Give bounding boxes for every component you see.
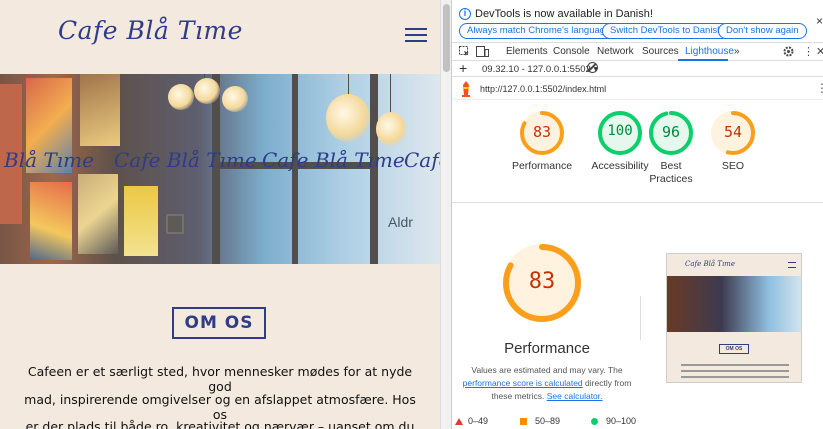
lighthouse-toolbar: + 09.32.10 - 127.0.0.1:5502 ▾ (452, 60, 823, 77)
fail-triangle-icon (455, 418, 463, 425)
thumbnail-hero (667, 276, 801, 332)
gauge-seo[interactable]: 54 SEO (708, 110, 758, 173)
switch-to-danish-button[interactable]: Switch DevTools to Danish (602, 23, 731, 39)
match-language-button[interactable]: Always match Chrome's language (459, 23, 619, 39)
gauge-score: 96 (661, 123, 681, 141)
hero-window-text: Aldr (388, 214, 413, 230)
site-logo[interactable]: Cafe Blå Tıme (58, 16, 243, 45)
performance-score-link[interactable]: performance score is calculated (463, 378, 583, 388)
pass-circle-icon (591, 418, 598, 425)
report-menu-icon[interactable]: ⋮ (816, 81, 823, 95)
website-viewport: Cafe Blå Tıme Blå Tıme Cafe Blå Tıme Caf… (0, 0, 440, 429)
info-icon: i (459, 8, 471, 20)
kebab-menu-icon[interactable]: ⋮ (803, 45, 814, 58)
tab-elements[interactable]: Elements (506, 46, 548, 57)
lighthouse-logo-icon (462, 81, 470, 97)
site-header: Cafe Blå Tıme (0, 0, 440, 74)
gauge-best-practices[interactable]: 96 Best Practices (643, 110, 699, 186)
main-gauge-label: Performance (504, 340, 590, 357)
dont-show-again-button[interactable]: Don't show again (718, 23, 807, 39)
see-calculator-link[interactable]: See calculator. (547, 391, 603, 401)
device-toolbar-icon[interactable] (476, 46, 489, 57)
more-tabs-icon[interactable]: » (734, 46, 740, 57)
devtools-panel: i DevTools is now available in Danish! ×… (451, 0, 823, 429)
close-icon[interactable]: × (816, 14, 823, 28)
gauge-performance[interactable]: 83 Performance (500, 110, 584, 173)
hero-image: Blå Tıme Cafe Blå Tıme Cafe Blå Tıme Caf… (0, 74, 440, 264)
legend-fail: 0–49 (468, 416, 489, 426)
about-paragraph-line: mad, inspirerende omgivelser og en afsla… (24, 392, 416, 422)
gauge-label: SEO (721, 160, 745, 172)
hero-watermark: Cafe Blå Tıme (262, 148, 405, 172)
language-infobar: i DevTools is now available in Danish! ×… (452, 0, 823, 42)
average-square-icon (520, 418, 527, 425)
about-button[interactable]: OM OS (172, 307, 266, 339)
tab-network[interactable]: Network (597, 46, 634, 57)
tab-lighthouse[interactable]: Lighthouse (685, 46, 734, 57)
close-devtools-icon[interactable]: ✕ (816, 45, 823, 58)
legend-average: 50–89 (535, 416, 561, 426)
devtools-tabbar: Elements Console Network Sources Lightho… (452, 42, 823, 61)
thumbnail-button: OM OS (719, 344, 749, 354)
hero-watermark: Blå Tıme (4, 148, 94, 172)
page-screenshot-thumbnail[interactable]: Cafe Blå Tıme OM OS (666, 253, 802, 383)
disclaimer-text: Values are estimated and may vary. The p… (462, 365, 632, 401)
main-performance-gauge: 83 (502, 243, 582, 323)
report-url[interactable]: http://127.0.0.1:5502/index.html (480, 84, 606, 94)
report-url-row: http://127.0.0.1:5502/index.html ⋮ (452, 78, 823, 100)
gear-icon[interactable] (783, 46, 794, 57)
report-selector[interactable]: 09.32.10 - 127.0.0.1:5502 ▾ (482, 64, 598, 75)
thumbnail-menu-icon (788, 262, 796, 268)
about-paragraph-line: er der plads til både ro, kreativitet og… (25, 419, 415, 429)
gauge-score: 54 (723, 123, 743, 141)
page-scrollbar[interactable] (440, 0, 451, 429)
gauge-label: Best Practices (649, 160, 693, 185)
tab-sources[interactable]: Sources (642, 46, 679, 57)
scrollbar-thumb[interactable] (443, 4, 450, 72)
about-paragraph-line: Cafeen er et særligt sted, hvor menneske… (27, 364, 413, 394)
thumbnail-logo: Cafe Blå Tıme (685, 260, 735, 268)
gauge-score: 83 (532, 123, 552, 141)
tab-console[interactable]: Console (553, 46, 590, 57)
new-report-icon[interactable]: + (459, 60, 467, 76)
hero-watermark: Cafe Blå Tıme (114, 148, 257, 172)
legend-pass: 90–100 (606, 416, 637, 426)
inspect-element-icon[interactable] (459, 46, 470, 57)
score-legend: 0–49 50–89 90–100 (452, 413, 823, 429)
section-divider (452, 202, 823, 203)
clear-reports-icon[interactable] (587, 62, 598, 73)
hamburger-menu-icon[interactable] (405, 28, 427, 44)
vertical-separator (640, 296, 641, 340)
hero-watermark: Cafe (404, 148, 440, 172)
main-gauge-score: 83 (528, 269, 556, 294)
gauge-label: Performance (511, 160, 573, 172)
infobar-message: DevTools is now available in Danish! (475, 8, 653, 20)
